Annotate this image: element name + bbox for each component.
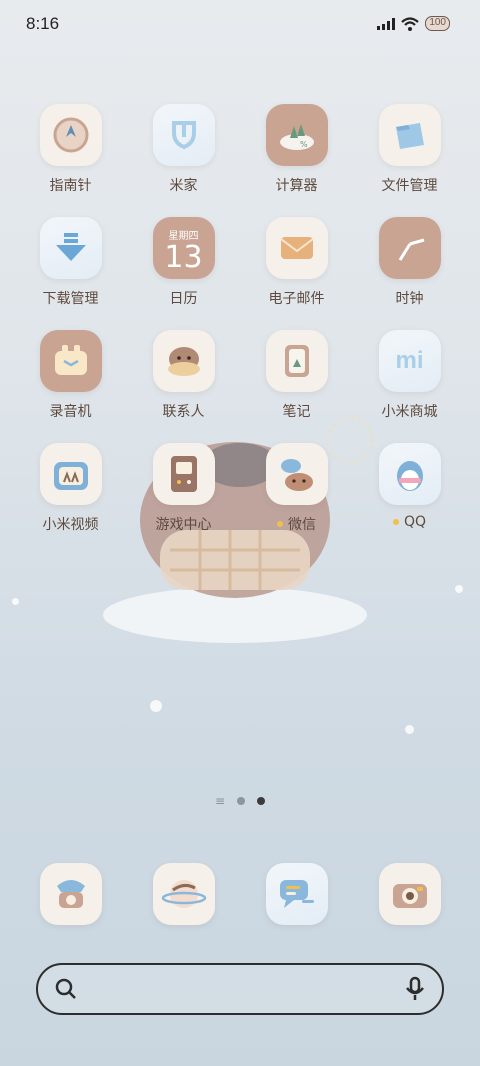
calendar-day: 13 [164, 239, 203, 275]
app-label: 文件管理 [381, 178, 438, 194]
status-bar: 8:16 100 [0, 0, 480, 50]
compass-icon [39, 104, 102, 166]
page-indicator-minus-one[interactable]: ≡ [215, 795, 225, 807]
folder-icon [378, 104, 441, 166]
app-clock[interactable]: 时钟 [353, 217, 466, 327]
page-dot[interactable] [237, 797, 246, 805]
app-label: 笔记 [282, 404, 311, 420]
page-indicator[interactable]: ≡ [0, 795, 480, 807]
snowflake [455, 585, 463, 593]
messages-icon [280, 880, 314, 908]
app-calculator[interactable]: % 计算器 [240, 104, 353, 214]
search-icon[interactable] [54, 977, 78, 1001]
phone-icon [57, 880, 85, 908]
video-icon [39, 443, 102, 505]
dock-messages[interactable] [266, 863, 328, 925]
app-mijia[interactable]: 米家 [127, 104, 240, 214]
app-label: 录音机 [49, 404, 92, 420]
app-label: 米家 [169, 178, 198, 194]
app-wechat[interactable]: 微信 [240, 443, 353, 553]
recorder-icon [39, 330, 102, 392]
app-download-manager[interactable]: 下载管理 [14, 217, 127, 327]
qq-icon [378, 443, 441, 505]
game-center-icon [152, 443, 215, 505]
status-time: 8:16 [26, 14, 60, 33]
page-dot-active[interactable] [257, 797, 266, 805]
app-label: 小米商城 [381, 404, 438, 420]
wechat-icon [265, 443, 328, 505]
app-label: 小米视频 [42, 517, 99, 533]
microphone-icon[interactable] [404, 976, 426, 1002]
status-icons: 100 [377, 16, 450, 31]
app-email[interactable]: 电子邮件 [240, 217, 353, 327]
app-label: 游戏中心 [155, 517, 212, 533]
notification-dot [392, 519, 399, 525]
app-file-manager[interactable]: 文件管理 [353, 104, 466, 214]
signal-icon [377, 17, 396, 30]
battery-indicator: 100 [425, 16, 450, 31]
snowflake [12, 598, 19, 605]
clock-icon [378, 217, 441, 279]
notes-icon [265, 330, 328, 392]
app-label: 计算器 [275, 178, 318, 194]
notification-dot [277, 521, 283, 527]
app-mi-store[interactable]: mi 小米商城 [353, 330, 466, 440]
mi-store-icon: mi [378, 330, 441, 392]
contacts-icon [152, 330, 215, 392]
app-qq[interactable]: QQ [353, 443, 466, 553]
camera-icon [393, 884, 427, 908]
mijia-icon [152, 104, 215, 166]
app-calendar[interactable]: 星期四 13 日历 [127, 217, 240, 327]
app-label: QQ [392, 514, 426, 530]
app-label: 指南针 [49, 178, 92, 194]
mi-logo: mi [395, 347, 424, 374]
snowflake [405, 725, 414, 734]
wifi-icon [401, 16, 420, 31]
svg-text:%: % [300, 140, 308, 149]
dock-browser[interactable] [153, 863, 215, 925]
app-label: 电子邮件 [268, 291, 325, 307]
download-icon [39, 217, 102, 279]
dock-phone[interactable] [40, 863, 102, 925]
app-label: 微信 [277, 514, 316, 534]
app-notes[interactable]: 笔记 [240, 330, 353, 440]
app-label: 时钟 [395, 291, 424, 307]
dock-camera[interactable] [379, 863, 441, 925]
app-mi-video[interactable]: 小米视频 [14, 443, 127, 553]
mail-icon [265, 217, 328, 279]
app-contacts[interactable]: 联系人 [127, 330, 240, 440]
app-label: 日历 [169, 291, 198, 307]
browser-icon [161, 880, 207, 908]
snowflake [150, 700, 162, 712]
calendar-icon: 星期四 13 [152, 217, 215, 279]
app-label: 联系人 [162, 404, 205, 420]
app-game-center[interactable]: 游戏中心 [127, 443, 240, 553]
app-label: 下载管理 [42, 291, 99, 307]
calculator-icon: % [265, 104, 328, 166]
search-bar[interactable] [36, 963, 444, 1015]
app-compass[interactable]: 指南针 [14, 104, 127, 214]
app-recorder[interactable]: 录音机 [14, 330, 127, 440]
